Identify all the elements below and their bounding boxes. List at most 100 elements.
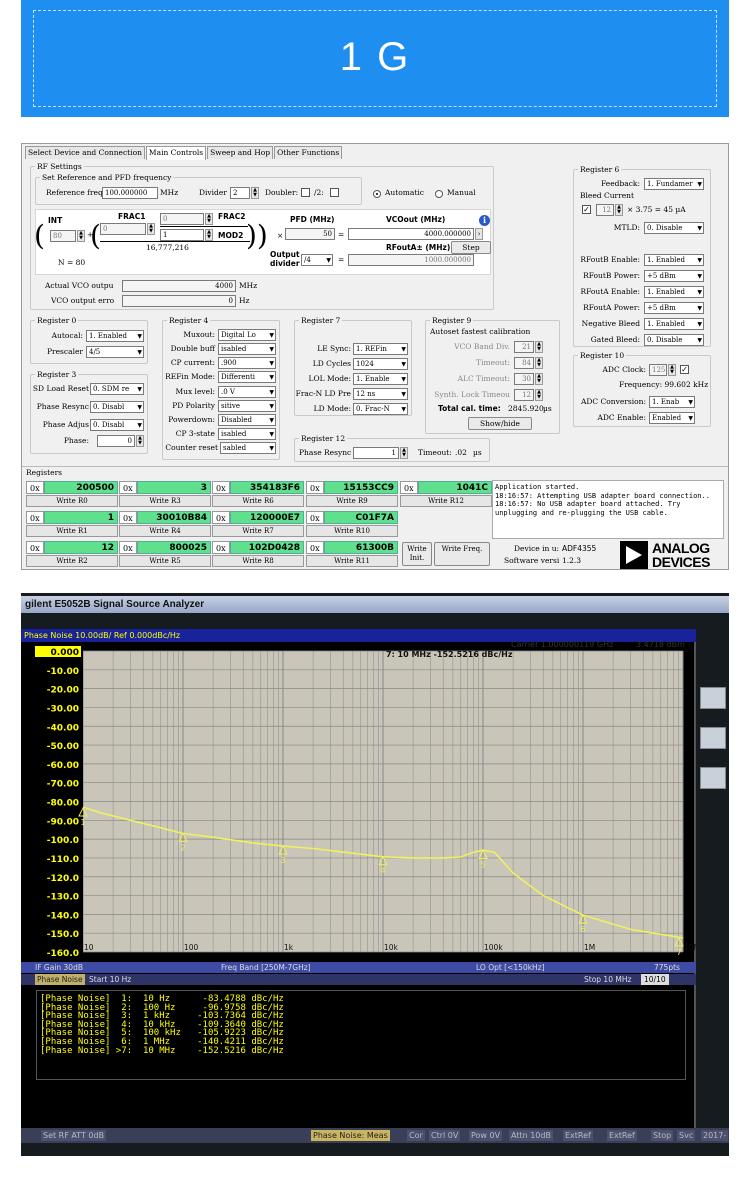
ld-cycles-select[interactable]: 1024 [353,358,408,370]
autocal-select[interactable]: 1. Enabled [86,330,144,342]
register-value-input[interactable]: C01F7A [324,511,398,524]
rfouta-power-select[interactable]: +5 dBm [644,302,704,314]
register-value-input[interactable]: 15153CC9 [324,481,398,494]
divider-input[interactable]: 2 [230,187,250,199]
alc-timeout-input[interactable]: 30 [514,373,534,385]
automatic-radio[interactable] [373,190,381,198]
vco-step-arrow[interactable]: › [475,228,483,240]
register-value-input[interactable]: 354183F6 [230,481,304,494]
int-input[interactable]: 80 [50,230,76,242]
phase-resync-12-spinner[interactable]: ▲ ▼ [400,447,408,459]
cp-3state-select[interactable]: isabled [218,428,276,440]
synth-lock-timeout-spinner[interactable]: ▲ ▼ [535,389,543,401]
bleed-current-input[interactable]: 12 [596,204,614,216]
tab-other-functions[interactable]: Other Functions [274,146,343,159]
prescaler-select[interactable]: 4/5 [86,346,144,358]
double-buff-select[interactable]: isabled [218,343,276,355]
register-value-input[interactable]: 12 [44,541,118,554]
write-register-button[interactable]: Write R11 [306,555,398,567]
show-hide-button[interactable]: Show/hide [468,417,532,430]
bleed-current-checkbox[interactable]: ✓ [582,205,591,214]
frac1-spinner[interactable]: ▲ ▼ [147,223,155,235]
mod2-spinner[interactable]: ▲ ▼ [205,229,213,241]
manual-radio[interactable] [435,190,443,198]
softkey-cor[interactable]: Cor [407,1130,425,1141]
phase-input[interactable]: 0 [97,435,135,447]
softkey-attn[interactable]: Attn 10dB [509,1130,553,1141]
cp-current-select[interactable]: .900 [218,357,276,369]
write-register-button[interactable]: Write R3 [119,495,211,507]
ref-freq-input[interactable]: 100.000000 [102,187,158,199]
rfoutb-enable-select[interactable]: 1. Enabled [644,254,704,266]
write-register-button[interactable]: Write R6 [212,495,304,507]
int-spinner[interactable]: ▲ ▼ [77,230,85,242]
output-divider-select[interactable]: /4 [301,254,333,266]
counter-reset-select[interactable]: sabled [220,442,276,454]
register-value-input[interactable]: 102D0428 [230,541,304,554]
rfouta-enable-select[interactable]: 1. Enabled [644,286,704,298]
step-button[interactable]: Step [451,241,491,254]
write-freq-button[interactable]: Write Freq. [434,542,490,566]
mtld-select[interactable]: 0. Disable [644,222,704,234]
frac2-input[interactable]: 0 [160,213,204,225]
le-sync-select[interactable]: 1. REFin [353,343,408,355]
register-value-input[interactable]: 61300B [324,541,398,554]
softkey-pow[interactable]: Pow 0V [469,1130,503,1141]
tab-main-controls[interactable]: Main Controls [145,146,207,160]
doubler-checkbox[interactable] [301,188,310,197]
tab-select-device[interactable]: Select Device and Connection [25,146,145,159]
register-value-input[interactable]: 1041C [418,481,492,494]
adc-enable-select[interactable]: Enabled [649,412,695,424]
info-icon[interactable]: i [479,215,490,226]
softkey-extref-1[interactable]: ExtRef [563,1130,593,1141]
write-register-button[interactable]: Write R12 [400,495,492,507]
softkey-svc[interactable]: Svc [677,1130,696,1141]
side-key-2[interactable] [700,727,726,749]
adc-clock-checkbox[interactable]: ✓ [680,365,689,374]
write-register-button[interactable]: Write R4 [119,525,211,537]
write-register-button[interactable]: Write R2 [26,555,118,567]
write-register-button[interactable]: Write R9 [306,495,398,507]
write-init-button[interactable]: Write Init. [402,542,432,566]
phase-resync-select[interactable]: 0. Disabl [90,401,144,413]
bleed-current-spinner[interactable]: ▲ ▼ [615,204,623,216]
side-key-1[interactable] [700,687,726,709]
feedback-select[interactable]: 1. Fundamer [644,178,704,190]
adc-clock-spinner[interactable]: ▲ ▼ [668,364,676,376]
divider-spinner[interactable]: ▲ ▼ [251,187,259,199]
register-value-input[interactable]: 3 [137,481,211,494]
timeout-9-spinner[interactable]: ▲ ▼ [535,357,543,369]
softkey-stop[interactable]: Stop [651,1130,674,1141]
frac1-input[interactable]: 0 [100,223,146,235]
softkey-phase-noise-meas[interactable]: Phase Noise: Meas [311,1130,390,1141]
write-register-button[interactable]: Write R7 [212,525,304,537]
gated-bleed-select[interactable]: 0. Disable [644,334,704,346]
phase-spinner[interactable]: ▲ ▼ [136,435,144,447]
softkey-extref-2[interactable]: ExtRef [607,1130,637,1141]
div2-checkbox[interactable] [330,188,339,197]
register-value-input[interactable]: 1 [44,511,118,524]
vco-band-div-spinner[interactable]: ▲ ▼ [535,341,543,353]
mod2-input[interactable]: 1 [160,229,204,241]
phase-adjust-select[interactable]: 0. Disabl [90,419,144,431]
adc-clock-input[interactable]: 125 [649,364,667,376]
vco-band-div-input[interactable]: 21 [514,341,534,353]
powerdown-select[interactable]: Disabled [218,414,276,426]
write-register-button[interactable]: Write R10 [306,525,398,537]
pd-polarity-select[interactable]: sitive [218,400,276,412]
register-value-input[interactable]: 200500 [44,481,118,494]
fracn-ld-precision-select[interactable]: 12 ns [353,388,408,400]
synth-lock-timeout-input[interactable]: 12 [514,389,534,401]
sd-load-reset-select[interactable]: 0. SDM re [90,383,144,395]
ld-mode-select[interactable]: 0. Frac-N [353,403,408,415]
lol-mode-select[interactable]: 1. Enable [353,373,408,385]
adc-conversion-select[interactable]: 1. Enab [649,396,695,408]
softkey-ctrl[interactable]: Ctrl 0V [429,1130,461,1141]
phase-resync-12-input[interactable]: 1 [353,447,399,459]
side-key-3[interactable] [700,767,726,789]
tab-sweep-hop[interactable]: Sweep and Hop [207,146,274,159]
register-value-input[interactable]: 30010B84 [137,511,211,524]
rfoutb-power-select[interactable]: +5 dBm [644,270,704,282]
register-value-input[interactable]: 800025 [137,541,211,554]
mux-level-select[interactable]: .0 V [218,386,276,398]
